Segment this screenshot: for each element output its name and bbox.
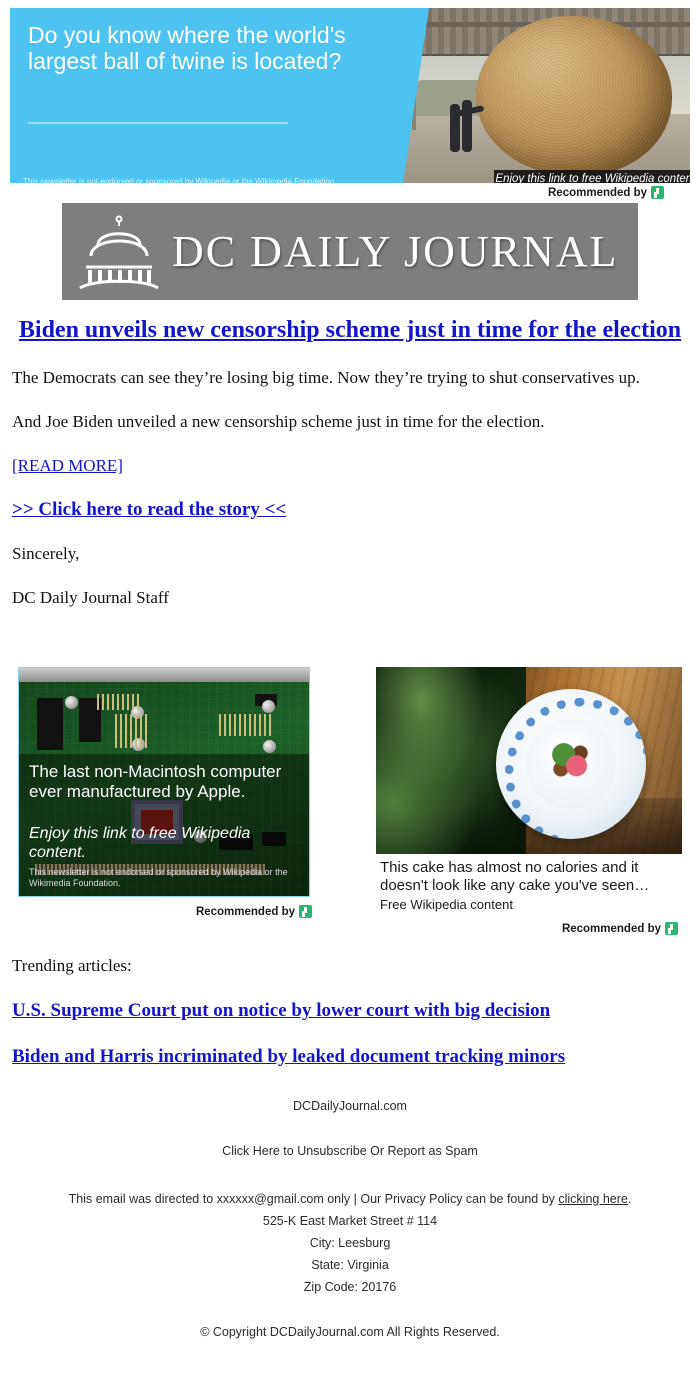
pcb-pads	[219, 714, 271, 736]
pcb-pads	[97, 694, 141, 710]
recommended-by-label: Recommended by	[195, 905, 295, 918]
pcb-chip	[37, 698, 63, 750]
pcb-capacitor	[263, 740, 276, 753]
photo-plate	[496, 689, 646, 839]
recommended-by-label: Recommended by	[548, 186, 648, 199]
top-sponsored-ad[interactable]: Do you know where the world's largest ba…	[10, 8, 690, 183]
article-signature: DC Daily Journal Staff	[12, 588, 169, 607]
capitol-dome-icon	[76, 215, 162, 289]
masthead-title: DC DAILY JOURNAL	[172, 227, 619, 276]
privacy-suffix-text: .	[627, 1192, 632, 1206]
outbrain-logo-icon	[299, 905, 312, 918]
card-title: The last non-Macintosh computer ever man…	[29, 762, 282, 801]
trending-label: Trending articles:	[12, 956, 132, 975]
cake-photo	[376, 667, 682, 854]
card-disclaimer: This newsletter is not endorsed or spons…	[29, 867, 288, 888]
footer-zip: Zip Code: 20176	[303, 1280, 397, 1294]
article-paragraph-1: The Democrats can see they’re losing big…	[12, 368, 640, 387]
footer-address: 525-K East Market Street # 114	[262, 1214, 438, 1228]
pcb-capacitor	[262, 700, 275, 713]
card-image-frame: The last non-Macintosh computer ever man…	[18, 667, 310, 897]
email-footer: DCDailyJournal.com Click Here to Unsubsc…	[0, 1098, 700, 1340]
trending-article-link[interactable]: Biden and Harris incriminated by leaked …	[12, 1045, 688, 1069]
ad-disclaimer: This newsletter is not endorsed or spons…	[23, 177, 337, 183]
footer-state: State: Virginia	[311, 1258, 389, 1272]
card-subtitle: Free Wikipedia content	[380, 897, 513, 912]
card-title: This cake has almost no calories and it …	[380, 859, 650, 894]
trending-articles-section: Trending articles: U.S. Supreme Court pu…	[12, 955, 688, 1091]
outbrain-logo-icon	[665, 922, 678, 935]
footer-copyright: © Copyright DCDailyJournal.com All Right…	[200, 1325, 500, 1339]
ad-divider	[28, 122, 288, 124]
masthead-banner: DC DAILY JOURNAL	[62, 203, 638, 300]
ad-headline: Do you know where the world's largest ba…	[28, 22, 346, 74]
sponsored-card-cake[interactable]: This cake has almost no calories and it …	[376, 667, 682, 935]
outbrain-logo-icon	[651, 186, 665, 199]
footer-privacy-line: This email was directed to xxxxxx@gmail.…	[0, 1188, 700, 1210]
card-subtitle: Enjoy this link to free Wikipedia conten…	[29, 825, 251, 861]
privacy-prefix-text: This email was directed to xxxxxx@gmail.…	[68, 1192, 559, 1206]
article-headline-link[interactable]: Biden unveils new censorship scheme just…	[12, 316, 688, 345]
pcb-capacitor	[65, 696, 78, 709]
footer-site-name: DCDailyJournal.com	[293, 1099, 407, 1113]
footer-city: City: Leesburg	[309, 1236, 391, 1250]
sponsored-cards-row: The last non-Macintosh computer ever man…	[18, 667, 682, 935]
recommended-by-outbrain-top[interactable]: Recommended by	[548, 186, 665, 199]
ad-photo-caption: Enjoy this link to free Wikipedia conten…	[494, 170, 690, 183]
article-body: Biden unveils new censorship scheme just…	[12, 316, 688, 631]
top-ad-inner: Do you know where the world's largest ba…	[10, 8, 690, 183]
read-more-link[interactable]: [READ MORE]	[12, 455, 123, 477]
twine-ball-icon	[476, 16, 672, 176]
pcb-top-bar	[19, 668, 309, 682]
read-story-cta-link[interactable]: >> Click here to read the story <<	[12, 499, 286, 521]
unsubscribe-link[interactable]: Click Here to Unsubscribe Or Report as S…	[0, 1143, 700, 1159]
privacy-policy-link[interactable]: clicking here	[558, 1192, 627, 1206]
plated-dish	[548, 741, 594, 781]
pcb-pads	[115, 714, 147, 748]
recommended-by-outbrain-right[interactable]: Recommended by	[562, 922, 678, 935]
article-paragraph-2: And Joe Biden unveiled a new censorship …	[12, 412, 545, 431]
twine-ball-photo	[390, 8, 690, 183]
article-signoff: Sincerely,	[12, 544, 80, 563]
trending-article-link[interactable]: U.S. Supreme Court put on notice by lowe…	[12, 999, 688, 1023]
recommended-by-outbrain-left[interactable]: Recommended by	[196, 905, 312, 918]
recommended-by-label: Recommended by	[561, 922, 661, 935]
sponsored-card-apple[interactable]: The last non-Macintosh computer ever man…	[18, 667, 312, 918]
